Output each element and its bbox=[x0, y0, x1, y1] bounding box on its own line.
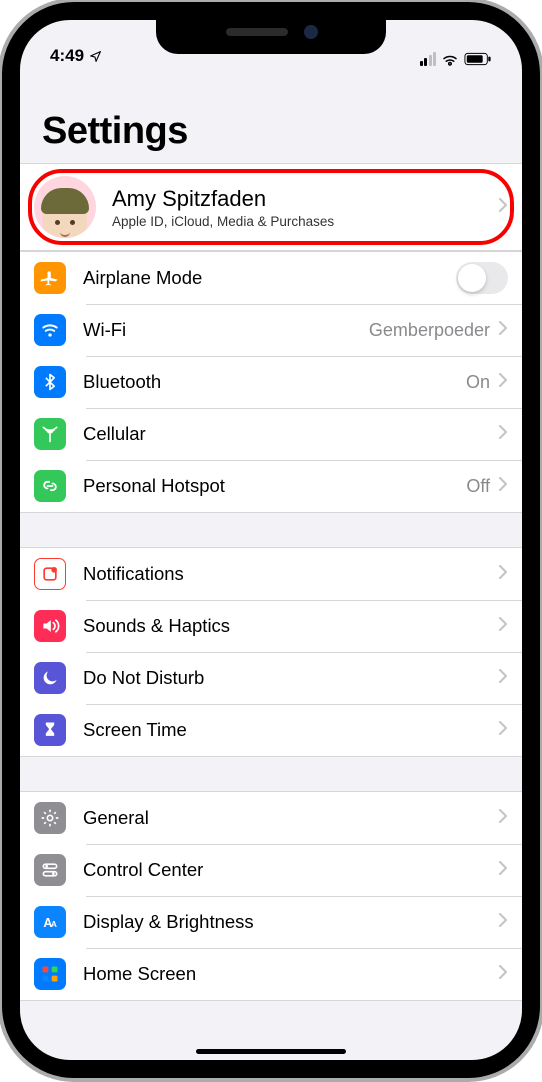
page-title: Settings bbox=[20, 68, 522, 163]
row-value: On bbox=[466, 372, 490, 393]
wifi-row[interactable]: Wi-FiGemberpoeder bbox=[20, 304, 522, 356]
row-label: Airplane Mode bbox=[83, 267, 456, 289]
airplane-mode-row[interactable]: Airplane Mode bbox=[20, 252, 522, 304]
settings-group: General Control Center AA Display & Brightn… bbox=[20, 791, 522, 1001]
row-label: Home Screen bbox=[83, 963, 498, 985]
moon-icon bbox=[34, 662, 66, 694]
row-label: Sounds & Haptics bbox=[83, 615, 498, 637]
cellular-signal-icon bbox=[420, 52, 437, 66]
row-value: Off bbox=[466, 476, 490, 497]
notifications-row[interactable]: Notifications bbox=[20, 548, 522, 600]
do-not-disturb-row[interactable]: Do Not Disturb bbox=[20, 652, 522, 704]
settings-group: Notifications Sounds & Haptics Do Not Dist… bbox=[20, 547, 522, 757]
chevron-right-icon bbox=[498, 668, 508, 689]
chevron-right-icon bbox=[498, 808, 508, 829]
row-label: Control Center bbox=[83, 859, 498, 881]
sounds-haptics-row[interactable]: Sounds & Haptics bbox=[20, 600, 522, 652]
chevron-right-icon bbox=[498, 424, 508, 445]
chevron-right-icon bbox=[498, 320, 508, 341]
chevron-right-icon bbox=[498, 476, 508, 497]
bell-sq-icon bbox=[34, 558, 66, 590]
profile-group: Amy Spitzfaden Apple ID, iCloud, Media &… bbox=[20, 163, 522, 251]
home-indicator[interactable] bbox=[196, 1049, 346, 1054]
settings-group: Airplane ModeWi-FiGemberpoederBluetoothO… bbox=[20, 251, 522, 513]
bluetooth-icon bbox=[34, 366, 66, 398]
chain-icon bbox=[34, 470, 66, 502]
wifi-icon bbox=[34, 314, 66, 346]
row-label: Wi-Fi bbox=[83, 319, 369, 341]
switches-icon bbox=[34, 854, 66, 886]
screen: 4:49 Settings Amy Spitzfaden Apple ID, i… bbox=[20, 20, 522, 1060]
cellular-row[interactable]: Cellular bbox=[20, 408, 522, 460]
grid-icon bbox=[34, 958, 66, 990]
row-label: General bbox=[83, 807, 498, 829]
antenna-icon bbox=[34, 418, 66, 450]
screen-time-row[interactable]: Screen Time bbox=[20, 704, 522, 756]
profile-subtitle: Apple ID, iCloud, Media & Purchases bbox=[112, 214, 498, 229]
location-icon bbox=[89, 50, 102, 63]
row-value: Gemberpoeder bbox=[369, 320, 490, 341]
chevron-right-icon bbox=[498, 564, 508, 585]
speaker-icon bbox=[34, 610, 66, 642]
chevron-right-icon bbox=[498, 616, 508, 637]
display-brightness-row[interactable]: AA Display & Brightness bbox=[20, 896, 522, 948]
chevron-right-icon bbox=[498, 964, 508, 985]
battery-icon bbox=[464, 52, 492, 66]
chevron-right-icon bbox=[498, 912, 508, 933]
row-label: Screen Time bbox=[83, 719, 498, 741]
home-screen-row[interactable]: Home Screen bbox=[20, 948, 522, 1000]
control-center-row[interactable]: Control Center bbox=[20, 844, 522, 896]
bluetooth-row[interactable]: BluetoothOn bbox=[20, 356, 522, 408]
personal-hotspot-row[interactable]: Personal HotspotOff bbox=[20, 460, 522, 512]
row-label: Cellular bbox=[83, 423, 498, 445]
avatar bbox=[34, 176, 96, 238]
airplane-icon bbox=[34, 262, 66, 294]
row-label: Personal Hotspot bbox=[83, 475, 466, 497]
chevron-right-icon bbox=[498, 720, 508, 741]
airplane-mode-toggle[interactable] bbox=[456, 262, 508, 294]
status-time: 4:49 bbox=[50, 46, 84, 66]
row-label: Display & Brightness bbox=[83, 911, 498, 933]
apple-id-row[interactable]: Amy Spitzfaden Apple ID, iCloud, Media &… bbox=[20, 164, 522, 250]
chevron-right-icon bbox=[498, 197, 508, 218]
aa-icon: AA bbox=[34, 906, 66, 938]
chevron-right-icon bbox=[498, 860, 508, 881]
wifi-icon bbox=[441, 52, 459, 66]
general-row[interactable]: General bbox=[20, 792, 522, 844]
gear-icon bbox=[34, 802, 66, 834]
row-label: Notifications bbox=[83, 563, 498, 585]
chevron-right-icon bbox=[498, 372, 508, 393]
row-label: Bluetooth bbox=[83, 371, 466, 393]
svg-text:A: A bbox=[51, 919, 57, 929]
phone-notch bbox=[156, 16, 386, 54]
hourglass-icon bbox=[34, 714, 66, 746]
row-label: Do Not Disturb bbox=[83, 667, 498, 689]
profile-name: Amy Spitzfaden bbox=[112, 186, 498, 212]
